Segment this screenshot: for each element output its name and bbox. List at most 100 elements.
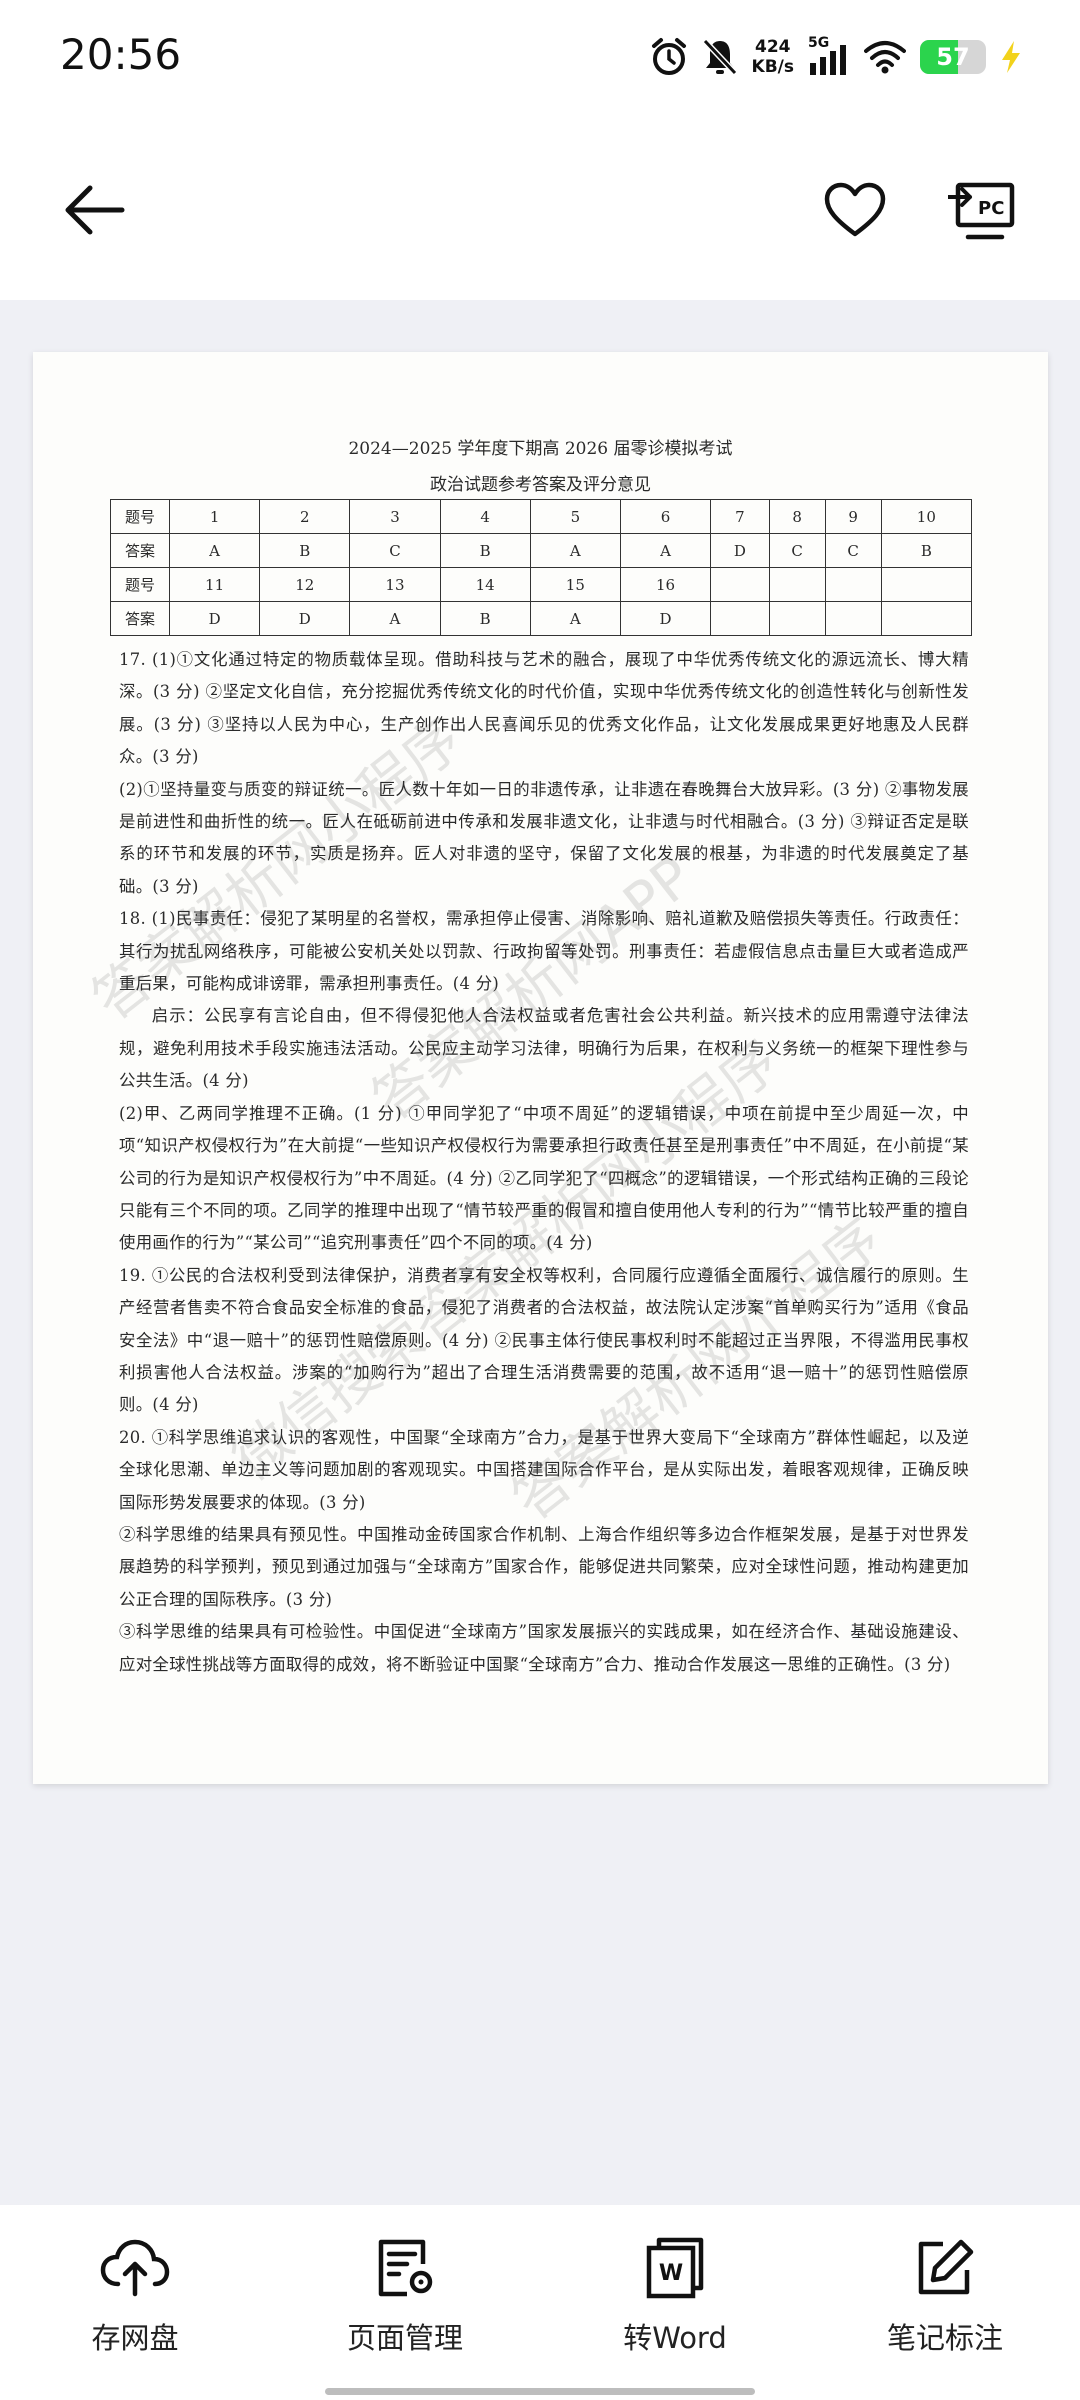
- table-cell: [824, 567, 882, 602]
- status-bar: 20:56 424 KB/s 5G 57: [0, 0, 1080, 115]
- table-cell: D: [619, 601, 712, 636]
- word-convert-icon: W: [646, 2237, 704, 2299]
- answer-table: 题号 1 2 3 4 5 6 7 8 9 10 答案 A B C B A A D C C B 题号 11 12 13 14 15 16 答…: [110, 499, 973, 636]
- save-to-cloud-button[interactable]: 存网盘: [0, 2205, 270, 2400]
- cast-to-pc-button[interactable]: PC: [947, 175, 1017, 245]
- answer-paragraph: (2)①坚持量变与质变的辩证统一。匠人数十年如一日的非遗传承，让非遗在春晚舞台大…: [119, 779, 969, 896]
- table-cell: 13: [349, 567, 441, 602]
- table-cell: [824, 601, 882, 636]
- table-cell: [710, 601, 770, 636]
- table-cell: D: [168, 601, 261, 636]
- table-cell: [768, 601, 826, 636]
- table-cell: A: [529, 533, 621, 568]
- table-cell: 3: [349, 499, 441, 534]
- wifi-icon: [864, 41, 906, 74]
- table-cell: C: [824, 533, 882, 568]
- table-row: 题号 11 12 13 14 15 16: [110, 567, 973, 602]
- answer-explanations: 17. (1)①文化通过特定的物质载体呈现。借助科技与艺术的融合，展现了中华优秀…: [119, 644, 969, 1681]
- page-manage-icon: [378, 2239, 433, 2297]
- table-row: 题号 1 2 3 4 5 6 7 8 9 10: [110, 499, 973, 534]
- alarm-icon: [651, 38, 686, 75]
- table-cell: B: [259, 533, 351, 568]
- cast-label: PC: [978, 198, 1004, 219]
- document-title: 2024—2025 学年度下期高 2026 届零诊模拟考试: [348, 439, 733, 459]
- answer-paragraph: ③科学思维的结果具有可检验性。中国促进“全球南方”国家发展振兴的实践成果，如在经…: [119, 1622, 969, 1674]
- table-cell: 题号: [110, 567, 170, 602]
- table-cell: 2: [259, 499, 351, 534]
- table-cell: 9: [824, 499, 882, 534]
- convert-word-button[interactable]: W 转Word: [540, 2205, 810, 2400]
- table-cell: 12: [259, 567, 351, 602]
- table-cell: D: [259, 601, 351, 636]
- table-cell: [710, 567, 770, 602]
- table-cell: 5: [529, 499, 621, 534]
- arrow-left-icon: [65, 185, 125, 235]
- table-row: 答案 A B C B A A D C C B: [110, 533, 973, 568]
- signal-bars-icon: [810, 45, 846, 75]
- edit-note-icon: [918, 2239, 974, 2295]
- table-cell: [880, 567, 973, 602]
- signal-indicator: 5G: [808, 35, 850, 77]
- table-cell: B: [439, 601, 531, 636]
- favorite-button[interactable]: [820, 175, 890, 245]
- table-cell: 14: [439, 567, 531, 602]
- answer-paragraph: 启示：公民享有言论自由，但不得侵犯他人合法权益或者危害社会公共利益。新兴技术的应…: [119, 1006, 969, 1091]
- answer-paragraph: 18. (1)民事责任：侵犯了某明星的名誉权，需承担停止侵害、消除影响、赔礼道歉…: [119, 909, 969, 994]
- heart-icon: [824, 182, 886, 237]
- table-cell: 4: [439, 499, 531, 534]
- answer-paragraph: 17. (1)①文化通过特定的物质载体呈现。借助科技与艺术的融合，展现了中华优秀…: [119, 650, 969, 767]
- home-indicator[interactable]: [325, 2388, 755, 2395]
- bottom-label: 页面管理: [346, 2321, 463, 2355]
- page-manage-button[interactable]: 页面管理: [270, 2205, 540, 2400]
- table-cell: A: [529, 601, 621, 636]
- battery-level: 57: [936, 43, 970, 71]
- document-page[interactable]: 2024—2025 学年度下期高 2026 届零诊模拟考试 政治试题参考答案及评…: [33, 352, 1048, 1784]
- table-cell: C: [768, 533, 826, 568]
- table-cell: 11: [168, 567, 261, 602]
- table-cell: 7: [710, 499, 770, 534]
- table-cell: A: [168, 533, 261, 568]
- back-button[interactable]: [60, 175, 130, 245]
- table-cell: C: [349, 533, 441, 568]
- mute-bell-icon: [702, 38, 737, 76]
- top-toolbar: PC: [0, 115, 1080, 300]
- table-cell: 8: [768, 499, 826, 534]
- speed-unit: KB/s: [751, 57, 794, 77]
- table-cell: A: [349, 601, 441, 636]
- table-cell: 答案: [110, 533, 170, 568]
- table-cell: D: [710, 533, 770, 568]
- cast-to-pc-icon: PC: [948, 182, 1015, 240]
- status-icons: 424 KB/s 5G 57: [650, 32, 1022, 82]
- status-time: 20:56: [60, 30, 182, 79]
- table-row: 答案 D D A B A D: [110, 601, 973, 636]
- battery-indicator: 57: [920, 40, 986, 74]
- answer-paragraph: ②科学思维的结果具有预见性。中国推动金砖国家合作机制、上海合作组织等多边合作框架…: [119, 1524, 969, 1609]
- table-cell: 16: [619, 567, 712, 602]
- table-cell: 题号: [110, 499, 170, 534]
- table-cell: 15: [529, 567, 621, 602]
- table-cell: [880, 601, 973, 636]
- table-cell: 6: [619, 499, 712, 534]
- bottom-label: 存网盘: [91, 2321, 179, 2355]
- cloud-upload-icon: [100, 2239, 170, 2297]
- answer-paragraph: 19. ①公民的合法权利受到法律保护，消费者享有安全权等权利，合同履行应遵循全面…: [119, 1265, 969, 1415]
- document-subtitle: 政治试题参考答案及评分意见: [430, 475, 651, 495]
- table-cell: 答案: [110, 601, 170, 636]
- table-cell: 1: [168, 499, 261, 534]
- network-speed: 424 KB/s: [752, 37, 794, 77]
- answer-paragraph: 20. ①科学思维追求认识的客观性，中国聚“全球南方”合力，是基于世界大变局下“…: [119, 1427, 969, 1512]
- table-cell: 10: [880, 499, 973, 534]
- table-cell: A: [619, 533, 712, 568]
- bottom-label: 转Word: [623, 2321, 727, 2355]
- note-annotate-button[interactable]: 笔记标注: [810, 2205, 1080, 2400]
- svg-text:W: W: [659, 2261, 683, 2286]
- bottom-label: 笔记标注: [886, 2321, 1003, 2355]
- answer-paragraph: (2)甲、乙两同学推理不正确。(1 分) ①甲同学犯了“中项不周延”的逻辑错误，…: [119, 1103, 969, 1253]
- speed-value: 424: [755, 37, 791, 57]
- table-cell: [768, 567, 826, 602]
- document-viewer[interactable]: 2024—2025 学年度下期高 2026 届零诊模拟考试 政治试题参考答案及评…: [0, 300, 1080, 2200]
- table-cell: B: [880, 533, 973, 568]
- charging-icon: [1002, 41, 1020, 73]
- bottom-action-bar: 存网盘 页面管理 W 转Word 笔记标注: [0, 2205, 1080, 2400]
- table-cell: B: [439, 533, 531, 568]
